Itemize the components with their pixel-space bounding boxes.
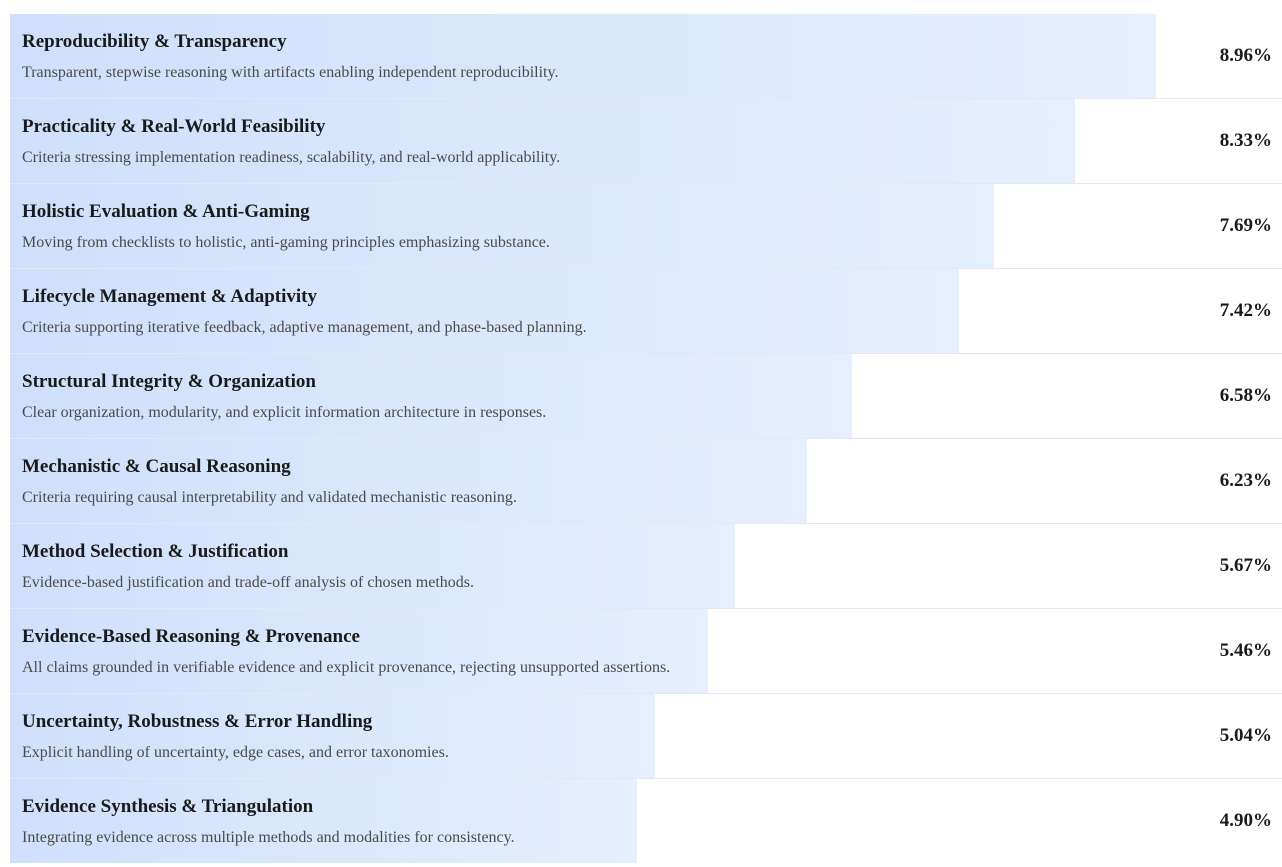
chart-row: Uncertainty, Robustness & Error Handling… (10, 694, 1282, 779)
chart-row: Method Selection & Justification Evidenc… (10, 524, 1282, 609)
row-description: Integrating evidence across multiple met… (22, 829, 515, 846)
value-bar (10, 354, 852, 438)
value-label: 7.42% (1219, 300, 1272, 321)
value-bar (10, 609, 708, 693)
value-label: 5.67% (1219, 555, 1272, 576)
value-bar (10, 269, 959, 353)
row-description: Criteria requiring causal interpretabili… (22, 489, 517, 506)
row-description: Criteria supporting iterative feedback, … (22, 319, 587, 336)
row-title: Evidence Synthesis & Triangulation (22, 796, 314, 817)
row-title: Mechanistic & Causal Reasoning (22, 456, 291, 477)
row-description: Criteria stressing implementation readin… (22, 149, 561, 166)
value-label: 6.58% (1219, 385, 1272, 406)
row-description: Moving from checklists to holistic, anti… (22, 234, 550, 251)
chart-row: Reproducibility & Transparency Transpare… (10, 14, 1282, 99)
value-bar (10, 184, 994, 268)
row-description: Explicit handling of uncertainty, edge c… (22, 744, 449, 761)
chart-row: Lifecycle Management & Adaptivity Criter… (10, 269, 1282, 354)
chart-row: Mechanistic & Causal Reasoning Criteria … (10, 439, 1282, 524)
row-title: Reproducibility & Transparency (22, 31, 287, 52)
value-label: 5.04% (1219, 725, 1272, 746)
row-title: Lifecycle Management & Adaptivity (22, 286, 317, 307)
row-description: Clear organization, modularity, and expl… (22, 404, 547, 421)
value-label: 4.90% (1219, 810, 1272, 831)
value-bar (10, 99, 1075, 183)
value-bar (10, 524, 735, 608)
chart-row: Evidence-Based Reasoning & Provenance Al… (10, 609, 1282, 694)
value-bar (10, 439, 807, 523)
row-description: Evidence-based justification and trade-o… (22, 574, 475, 591)
row-title: Holistic Evaluation & Anti-Gaming (22, 201, 310, 222)
value-bar (10, 14, 1156, 98)
chart-row: Evidence Synthesis & Triangulation Integ… (10, 779, 1282, 863)
chart-row: Holistic Evaluation & Anti-Gaming Moving… (10, 184, 1282, 269)
chart-row: Structural Integrity & Organization Clea… (10, 354, 1282, 439)
row-description: Transparent, stepwise reasoning with art… (22, 64, 559, 81)
row-title: Uncertainty, Robustness & Error Handling (22, 711, 373, 732)
row-title: Method Selection & Justification (22, 541, 289, 562)
value-bar (10, 779, 637, 863)
row-title: Evidence-Based Reasoning & Provenance (22, 626, 360, 647)
row-title: Practicality & Real-World Feasibility (22, 116, 326, 137)
value-label: 8.33% (1219, 130, 1272, 151)
row-title: Structural Integrity & Organization (22, 371, 316, 392)
chart-row: Practicality & Real-World Feasibility Cr… (10, 99, 1282, 184)
row-description: All claims grounded in verifiable eviden… (22, 659, 671, 676)
value-label: 7.69% (1219, 215, 1272, 236)
criteria-bar-chart: Reproducibility & Transparency Transpare… (10, 14, 1282, 863)
value-label: 8.96% (1219, 45, 1272, 66)
value-label: 6.23% (1219, 470, 1272, 491)
value-bar (10, 694, 655, 778)
value-label: 5.46% (1219, 640, 1272, 661)
